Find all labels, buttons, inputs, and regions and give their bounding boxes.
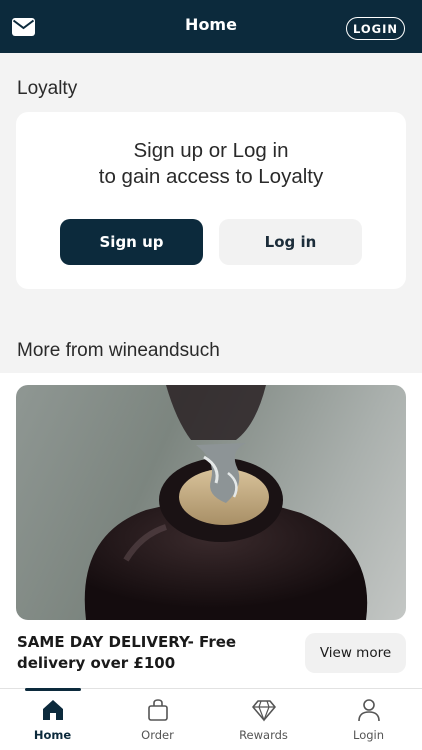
loyalty-message-line-2: to gain access to Loyalty xyxy=(98,165,324,188)
header-login-button[interactable]: LOGIN xyxy=(346,17,405,40)
nav-item-login[interactable]: Login xyxy=(316,689,421,750)
nav-label-order: Order xyxy=(141,728,174,742)
log-in-button[interactable]: Log in xyxy=(219,219,362,265)
promo-headline: SAME DAY DELIVERY- Free delivery over £1… xyxy=(17,633,237,672)
home-icon xyxy=(40,698,66,722)
nav-label-home: Home xyxy=(33,728,72,742)
nav-item-rewards[interactable]: Rewards xyxy=(211,689,316,750)
view-more-button[interactable]: View more xyxy=(305,633,406,673)
promo-image[interactable] xyxy=(16,385,406,620)
nav-item-order[interactable]: Order xyxy=(105,689,210,750)
bottom-navigation: Home Order Rewards Login xyxy=(0,688,422,750)
loyalty-message: Sign up or Log in to gain access to Loya… xyxy=(16,138,406,190)
active-tab-indicator xyxy=(25,688,81,691)
loyalty-section-title: Loyalty xyxy=(17,78,78,99)
diamond-icon xyxy=(251,698,277,722)
more-section-title: More from wineandsuch xyxy=(17,340,220,361)
loyalty-message-line-1: Sign up or Log in xyxy=(133,139,289,162)
bag-icon xyxy=(145,698,171,722)
nav-label-login: Login xyxy=(352,728,385,742)
top-app-bar: Home LOGIN xyxy=(0,0,422,53)
user-icon xyxy=(356,698,382,722)
nav-label-rewards: Rewards xyxy=(239,728,288,742)
sign-up-button[interactable]: Sign up xyxy=(60,219,203,265)
loyalty-card: Sign up or Log in to gain access to Loya… xyxy=(16,112,406,289)
promo-card: SAME DAY DELIVERY- Free delivery over £1… xyxy=(0,373,422,688)
nav-item-home[interactable]: Home xyxy=(0,688,105,750)
